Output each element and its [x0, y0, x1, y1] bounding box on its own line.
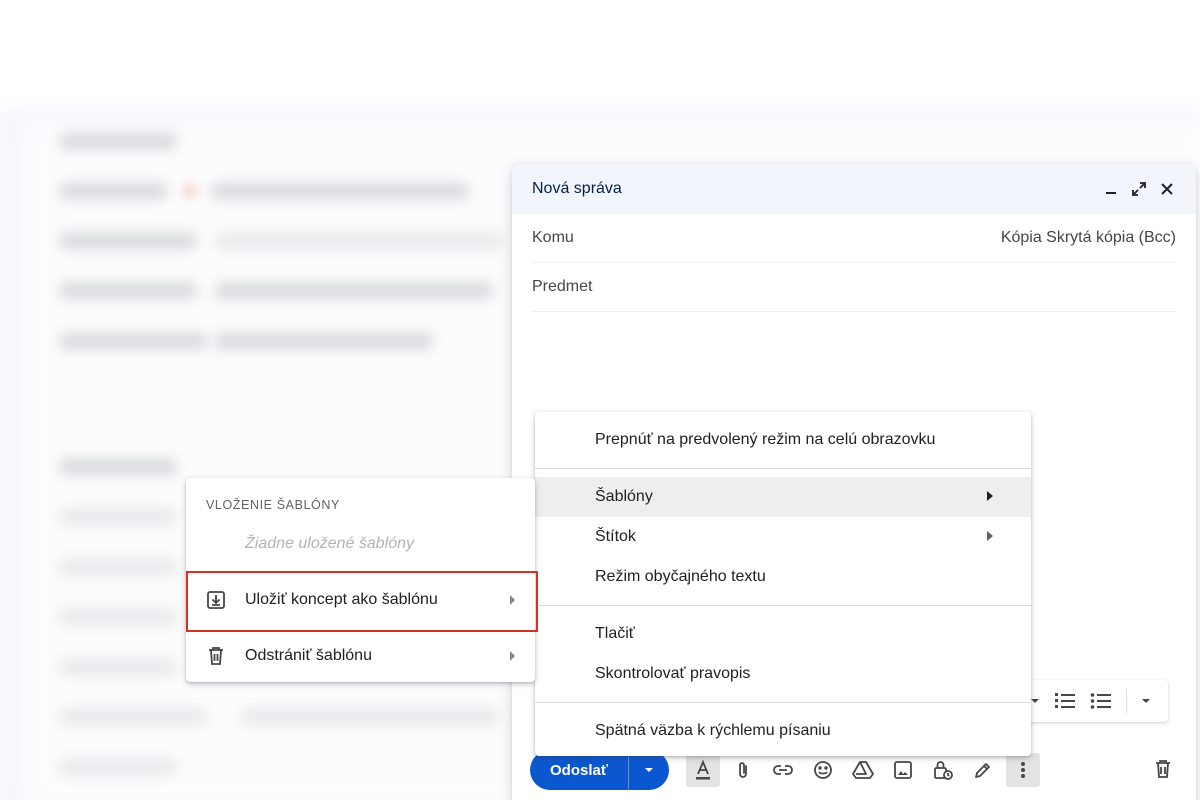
subject-placeholder: Predmet: [532, 278, 593, 295]
menu-divider: [535, 468, 1031, 469]
paperclip-icon: [739, 762, 747, 778]
menu-item-label: Prepnúť na predvolený režim na celú obra…: [595, 431, 936, 448]
align-dropdown-icon[interactable]: [1030, 696, 1040, 706]
submenu-arrow-icon: [987, 491, 993, 501]
menu-divider: [535, 702, 1031, 703]
menu-item-label: Štítok: [595, 528, 636, 545]
delete-template-item[interactable]: Odstrániť šablónu: [186, 628, 535, 684]
menu-item-label: Režim obyčajného textu: [595, 568, 766, 585]
close-icon[interactable]: [1158, 180, 1176, 198]
link-icon: [773, 765, 793, 775]
insert-emoji-button[interactable]: [803, 750, 843, 790]
compose-title: Nová správa: [532, 180, 622, 197]
pen-icon: [975, 763, 990, 778]
send-button[interactable]: Odoslať: [530, 750, 630, 790]
menu-item-fullscreen[interactable]: Prepnúť na predvolený režim na celú obra…: [535, 420, 1031, 460]
menu-item-templates[interactable]: Šablóny: [535, 477, 1031, 517]
more-options-menu: Prepnúť na predvolený režim na celú obra…: [535, 412, 1031, 756]
image-icon: [894, 761, 912, 779]
drive-icon: [852, 761, 874, 779]
submenu-arrow-icon: [987, 531, 993, 541]
trash-icon: [1156, 760, 1170, 778]
menu-item-spellcheck[interactable]: Skontrolovať pravopis: [535, 654, 1031, 694]
to-label: Komu: [532, 229, 574, 246]
recipients-field[interactable]: Komu Kópia Skrytá kópia (Bcc): [532, 214, 1176, 263]
insert-photo-button[interactable]: [883, 750, 923, 790]
menu-item-label: Skontrolovať pravopis: [595, 665, 751, 682]
subject-field[interactable]: Predmet: [532, 263, 1176, 312]
menu-divider: [535, 605, 1031, 606]
templates-submenu: VLOŽENIE ŠABLÓNY Žiadne uložené šablóny …: [186, 478, 535, 682]
text-format-icon: [696, 759, 711, 780]
menu-item-feedback[interactable]: Spätná väzba k rýchlemu písaniu: [535, 711, 1031, 751]
menu-item-label-tag[interactable]: Štítok: [535, 517, 1031, 557]
menu-item-plain-text[interactable]: Režim obyčajného textu: [535, 557, 1031, 597]
download-box-icon: [207, 591, 225, 609]
submenu-arrow-icon: [510, 651, 515, 661]
insert-link-button[interactable]: [763, 750, 803, 790]
chevron-down-icon: [645, 768, 654, 772]
more-vert-icon: [1021, 762, 1026, 778]
attach-file-button[interactable]: [723, 750, 763, 790]
confidential-mode-button[interactable]: [923, 750, 963, 790]
discard-draft-button[interactable]: [1146, 752, 1180, 786]
send-options-button[interactable]: [629, 750, 669, 790]
trash-icon: [209, 647, 223, 665]
cc-bcc-link[interactable]: Kópia Skrytá kópia (Bcc): [1001, 229, 1176, 247]
menu-item-label: Tlačiť: [595, 625, 635, 642]
bulleted-list-icon[interactable]: [1090, 692, 1112, 710]
send-button-group: Odoslať: [530, 750, 670, 790]
compose-header: Nová správa: [512, 164, 1196, 214]
no-templates-text: Žiadne uložené šablóny: [245, 535, 415, 552]
insert-signature-button[interactable]: [963, 750, 1003, 790]
more-options-button[interactable]: [1006, 753, 1041, 787]
menu-item-print[interactable]: Tlačiť: [535, 614, 1031, 654]
more-formatting-icon[interactable]: [1141, 696, 1151, 706]
insert-drive-button[interactable]: [843, 750, 883, 790]
minimize-icon[interactable]: [1102, 180, 1120, 198]
formatting-toolbar: [1020, 680, 1168, 722]
save-draft-as-template-item[interactable]: Uložiť koncept ako šablónu: [186, 572, 535, 628]
submenu-arrow-icon: [510, 595, 515, 605]
menu-item-label: Šablóny: [595, 488, 653, 505]
expand-icon[interactable]: [1130, 180, 1148, 198]
emoji-icon: [814, 761, 832, 779]
lock-clock-icon: [934, 761, 953, 780]
delete-template-label: Odstrániť šablónu: [245, 647, 372, 664]
numbered-list-icon[interactable]: [1054, 692, 1076, 710]
save-draft-label: Uložiť koncept ako šablónu: [245, 591, 438, 608]
menu-item-label: Spätná väzba k rýchlemu písaniu: [595, 722, 831, 739]
formatting-options-button[interactable]: [686, 753, 721, 787]
submenu-header: VLOŽENIE ŠABLÓNY: [206, 498, 340, 512]
